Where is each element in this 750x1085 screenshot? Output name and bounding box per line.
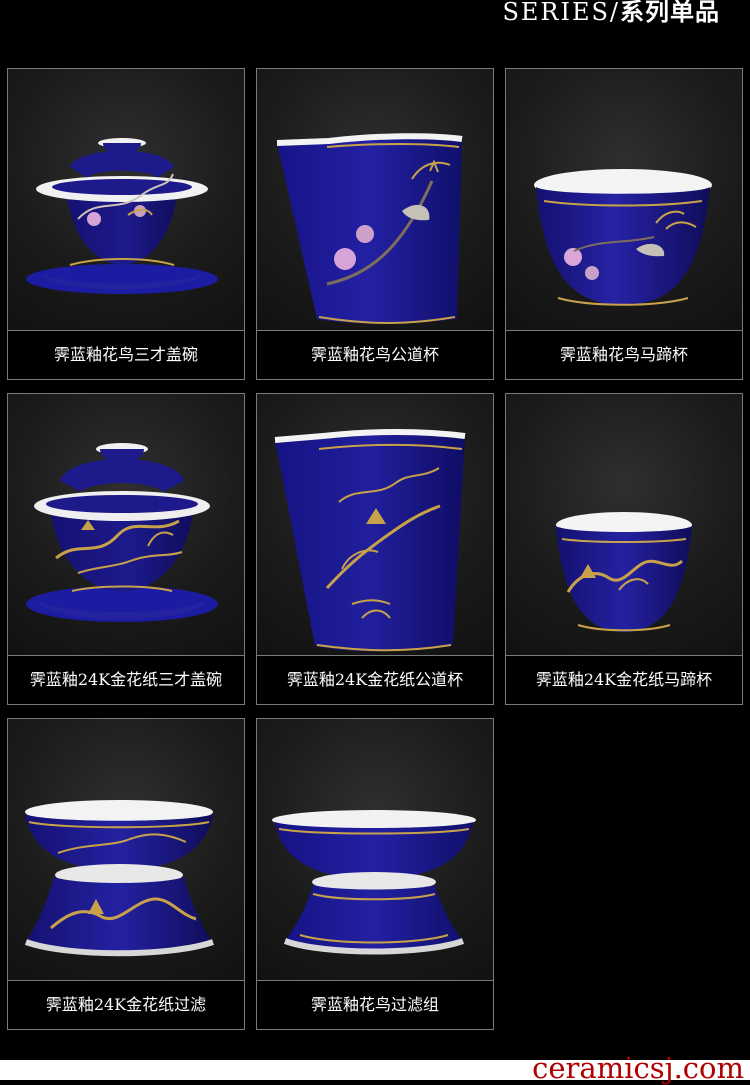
tea-strainer-icon (24, 800, 214, 957)
product-grid: 霁蓝釉花鸟三才盖碗 霁蓝釉花鸟公道杯 霁蓝釉花鸟马蹄杯 霁蓝釉24K金花纸三才盖… (0, 0, 750, 1060)
product-label-1: 霁蓝釉花鸟三才盖碗 (8, 330, 244, 379)
product-card-2[interactable]: 霁蓝釉花鸟公道杯 (256, 68, 494, 380)
product-photo-3 (506, 69, 742, 331)
product-photo-2 (257, 69, 493, 331)
fair-cup-icon (276, 133, 463, 324)
product-label-4: 霁蓝釉24K金花纸三才盖碗 (8, 655, 244, 704)
product-photo-8 (257, 719, 493, 981)
product-label-8: 霁蓝釉花鸟过滤组 (257, 980, 493, 1029)
watermark-text: ceramicsj.com (532, 1051, 744, 1085)
product-photo-4 (8, 394, 244, 656)
lidded-bowl-icon (26, 138, 218, 294)
horseshoe-cup-icon (556, 512, 692, 632)
product-label-3: 霁蓝釉花鸟马蹄杯 (506, 330, 742, 379)
product-label-5: 霁蓝釉24K金花纸公道杯 (257, 655, 493, 704)
fair-cup-icon (274, 428, 466, 652)
product-label-2: 霁蓝釉花鸟公道杯 (257, 330, 493, 379)
product-label-7: 霁蓝釉24K金花纸过滤 (8, 980, 244, 1029)
product-card-6[interactable]: 霁蓝釉24K金花纸马蹄杯 (505, 393, 743, 705)
product-card-5[interactable]: 霁蓝釉24K金花纸公道杯 (256, 393, 494, 705)
product-card-4[interactable]: 霁蓝釉24K金花纸三才盖碗 (7, 393, 245, 705)
lidded-bowl-icon (26, 443, 218, 622)
product-card-8[interactable]: 霁蓝釉花鸟过滤组 (256, 718, 494, 1030)
tea-strainer-icon (272, 810, 476, 955)
product-photo-6 (506, 394, 742, 656)
product-photo-5 (257, 394, 493, 656)
footer-strip: ceramicsj.com (0, 1054, 750, 1083)
product-label-6: 霁蓝釉24K金花纸马蹄杯 (506, 655, 742, 704)
product-card-3[interactable]: 霁蓝釉花鸟马蹄杯 (505, 68, 743, 380)
product-photo-7 (8, 719, 244, 981)
product-card-7[interactable]: 霁蓝釉24K金花纸过滤 (7, 718, 245, 1030)
product-photo-1 (8, 69, 244, 331)
product-card-1[interactable]: 霁蓝釉花鸟三才盖碗 (7, 68, 245, 380)
horseshoe-cup-icon (534, 169, 712, 306)
